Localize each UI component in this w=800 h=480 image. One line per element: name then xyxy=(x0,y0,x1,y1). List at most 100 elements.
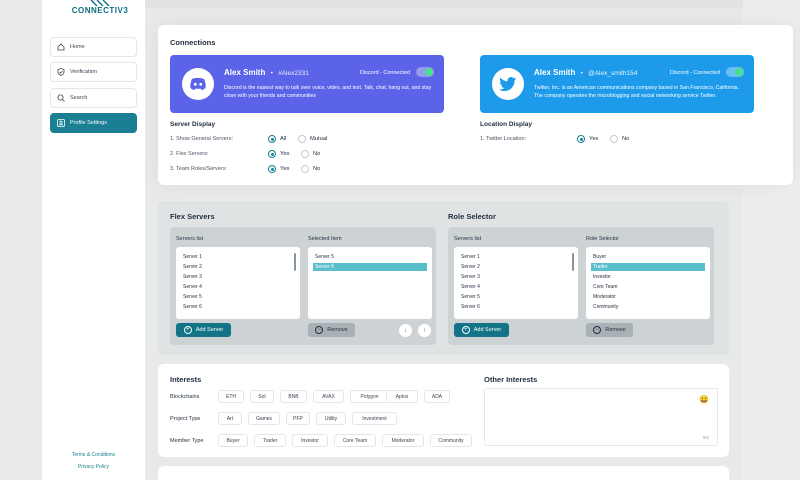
list-item[interactable]: Server 5 xyxy=(459,293,573,301)
sidebar-item-home[interactable]: Home xyxy=(50,37,137,57)
next-section-card xyxy=(158,466,729,480)
radio-dot xyxy=(577,135,585,143)
sidebar-item-search[interactable]: Search xyxy=(50,88,137,108)
emoji-picker-icon[interactable]: 😀 xyxy=(699,395,709,404)
flex-selected-list[interactable]: Server 5 Server 6 xyxy=(308,247,432,319)
list-item[interactable]: Investor xyxy=(591,273,705,281)
list-item[interactable]: Server 5 xyxy=(181,293,295,301)
sidebar-item-label: Profile Settings xyxy=(70,120,107,126)
chip-polygon[interactable]: Polygon xyxy=(350,390,389,403)
list-item[interactable]: Server 6 xyxy=(459,303,573,311)
sidebar: CONNECTIV3 Home Verification Search Prof… xyxy=(42,0,145,480)
chip-trader[interactable]: Trader xyxy=(254,434,286,447)
chip-eth[interactable]: ETH xyxy=(218,390,244,403)
chip-games[interactable]: Games xyxy=(248,412,280,425)
add-server-button[interactable]: + Add Server xyxy=(454,323,509,337)
radio-label: Mutual xyxy=(310,136,328,142)
chip-moderator[interactable]: Moderator xyxy=(382,434,424,447)
move-up-button[interactable]: ↑ xyxy=(418,324,431,337)
team-roles-yes-radio[interactable]: Yes xyxy=(268,165,289,173)
list-item[interactable]: Core Team xyxy=(591,283,705,291)
selected-item-title: Selected Item xyxy=(308,236,342,242)
chip-bnb[interactable]: BNB xyxy=(280,390,307,403)
discord-status: Discord - Connected xyxy=(359,70,410,76)
discord-handle-separator: • xyxy=(270,70,273,77)
location-display-title: Location Display xyxy=(480,121,533,128)
roles-list[interactable]: Buyer Trader Investor Core Team Moderato… xyxy=(586,247,710,319)
list-item[interactable]: Moderator xyxy=(591,293,705,301)
sidebar-item-verification[interactable]: Verification xyxy=(50,62,137,82)
plus-icon: + xyxy=(461,326,470,334)
list-item[interactable]: Server 1 xyxy=(459,253,573,261)
general-servers-all-radio[interactable]: All xyxy=(268,135,286,143)
chip-utility[interactable]: Utility xyxy=(316,412,346,425)
terms-link[interactable]: Terms & Conditions xyxy=(42,452,145,458)
list-item[interactable]: Server 1 xyxy=(181,253,295,261)
twitter-location-no-radio[interactable]: No xyxy=(610,135,629,143)
list-item[interactable]: Buyer xyxy=(591,253,705,261)
chip-community[interactable]: Community xyxy=(430,434,472,447)
list-scrollbar[interactable] xyxy=(294,253,296,271)
button-label: Add Server xyxy=(473,327,502,333)
list-item[interactable]: Server 4 xyxy=(459,283,573,291)
server-display-title: Server Display xyxy=(170,121,216,128)
sidebar-item-label: Verification xyxy=(70,69,97,75)
chip-ada[interactable]: ADA xyxy=(424,390,450,403)
chip-aptos[interactable]: Aptos xyxy=(386,390,418,403)
toggle-knob xyxy=(735,68,743,76)
chip-buyer[interactable]: Buyer xyxy=(218,434,248,447)
chip-core-team[interactable]: Core Team xyxy=(334,434,376,447)
role-servers-list[interactable]: Server 1 Server 2 Server 3 Server 4 Serv… xyxy=(454,247,578,319)
arrow-down-icon: ↓ xyxy=(404,327,407,334)
list-item[interactable]: Server 2 xyxy=(181,263,295,271)
list-item[interactable]: Server 6 xyxy=(181,303,295,311)
button-label: Add Server xyxy=(195,327,224,333)
list-scrollbar[interactable] xyxy=(572,253,574,271)
remove-button[interactable]: − Remove xyxy=(586,323,633,337)
minus-icon: − xyxy=(315,326,324,334)
list-item-selected[interactable]: Server 6 xyxy=(313,263,427,271)
list-item[interactable]: Server 3 xyxy=(181,273,295,281)
radio-label: Yes xyxy=(280,166,290,172)
list-item[interactable]: Server 3 xyxy=(459,273,573,281)
flex-servers-no-radio[interactable]: No xyxy=(301,150,320,158)
chip-pfp[interactable]: PFP xyxy=(286,412,310,425)
general-servers-mutual-radio[interactable]: Mutual xyxy=(298,135,327,143)
team-roles-no-radio[interactable]: No xyxy=(301,165,320,173)
servers-list-title: Servers list xyxy=(176,236,204,242)
other-interests-title: Other Interests xyxy=(484,375,538,384)
list-item[interactable]: Server 5 xyxy=(313,253,427,261)
move-down-button[interactable]: ↓ xyxy=(399,324,412,337)
discord-user-name: Alex Smith • #Alex2331 xyxy=(224,68,309,77)
twitter-location-yes-radio[interactable]: Yes xyxy=(577,135,598,143)
chip-sol[interactable]: Sol xyxy=(250,390,274,403)
radio-dot xyxy=(610,135,618,143)
flex-servers-yes-radio[interactable]: Yes xyxy=(268,150,289,158)
twitter-toggle[interactable] xyxy=(726,67,744,77)
add-server-button[interactable]: + Add Server xyxy=(176,323,231,337)
remove-button[interactable]: − Remove xyxy=(308,323,355,337)
chip-avax[interactable]: AVAX xyxy=(313,390,344,403)
role-selector-panel: Servers list Role Selector Server 1 Serv… xyxy=(448,227,714,345)
flex-servers-label: 2. Flex Servers: xyxy=(170,151,209,157)
sidebar-item-label: Home xyxy=(70,44,85,50)
toggle-knob xyxy=(425,68,433,76)
sidebar-item-profile-settings[interactable]: Profile Settings xyxy=(50,113,137,133)
discord-logo-icon xyxy=(182,68,214,100)
other-interests-textarea[interactable]: 😀 0/2 xyxy=(484,388,718,446)
list-item[interactable]: Server 2 xyxy=(459,263,573,271)
chip-investor[interactable]: Investor xyxy=(292,434,328,447)
brand-logo[interactable]: CONNECTIV3 xyxy=(70,0,130,15)
radio-label: Yes xyxy=(280,151,290,157)
flex-servers-list[interactable]: Server 1 Server 2 Server 3 Server 4 Serv… xyxy=(176,247,300,319)
character-counter: 0/2 xyxy=(702,435,709,440)
privacy-link[interactable]: Privacy Policy xyxy=(42,464,145,470)
discord-toggle[interactable] xyxy=(416,67,434,77)
chip-art[interactable]: Art xyxy=(218,412,242,425)
chip-investment[interactable]: Investment xyxy=(352,412,397,425)
list-item-selected[interactable]: Trader xyxy=(591,263,705,271)
discord-name: Alex Smith xyxy=(224,68,266,77)
radio-label: Yes xyxy=(589,136,599,142)
list-item[interactable]: Community xyxy=(591,303,705,311)
list-item[interactable]: Server 4 xyxy=(181,283,295,291)
